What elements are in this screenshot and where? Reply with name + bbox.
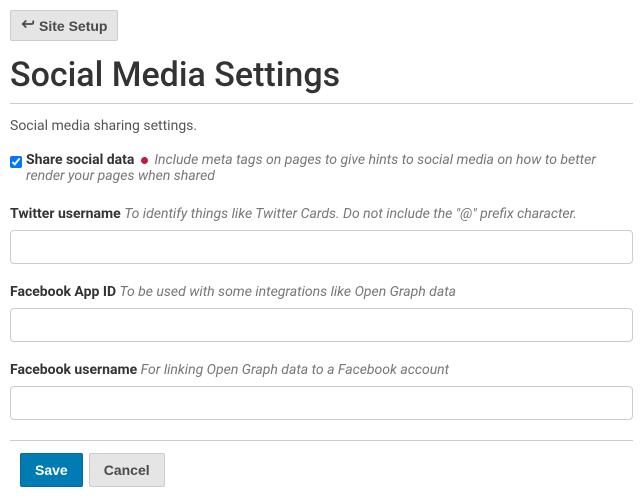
title-divider: [10, 103, 633, 104]
save-button[interactable]: Save: [20, 453, 83, 487]
facebook-username-help: For linking Open Graph data to a Faceboo…: [141, 362, 449, 378]
share-social-checkbox[interactable]: [10, 156, 22, 168]
facebook-app-id-help: To be used with some integrations like O…: [120, 284, 457, 300]
twitter-username-label: Twitter username: [10, 206, 121, 222]
twitter-username-input[interactable]: [10, 230, 633, 264]
required-indicator-icon: [141, 157, 148, 164]
facebook-app-id-label: Facebook App ID: [10, 284, 116, 300]
cancel-button[interactable]: Cancel: [89, 453, 165, 487]
twitter-username-label-row: Twitter username To identify things like…: [10, 206, 633, 222]
facebook-app-id-field: Facebook App ID To be used with some int…: [10, 284, 633, 342]
facebook-app-id-input[interactable]: [10, 308, 633, 342]
facebook-username-label-row: Facebook username For linking Open Graph…: [10, 362, 633, 378]
twitter-username-field: Twitter username To identify things like…: [10, 206, 633, 264]
page-description: Social media sharing settings.: [10, 118, 633, 134]
site-setup-button[interactable]: Site Setup: [10, 10, 118, 41]
twitter-username-help: To identify things like Twitter Cards. D…: [124, 206, 577, 222]
site-setup-label: Site Setup: [39, 18, 107, 34]
form-divider: [10, 440, 633, 441]
share-social-field: Share social data Include meta tags on p…: [10, 152, 633, 184]
facebook-username-input[interactable]: [10, 386, 633, 420]
facebook-username-label: Facebook username: [10, 362, 137, 378]
share-social-label: Share social data: [26, 152, 134, 168]
facebook-app-id-label-row: Facebook App ID To be used with some int…: [10, 284, 633, 300]
form-actions: Save Cancel: [20, 453, 633, 487]
facebook-username-field: Facebook username For linking Open Graph…: [10, 362, 633, 420]
page-title: Social Media Settings: [10, 55, 633, 95]
return-arrow-icon: [21, 17, 35, 34]
